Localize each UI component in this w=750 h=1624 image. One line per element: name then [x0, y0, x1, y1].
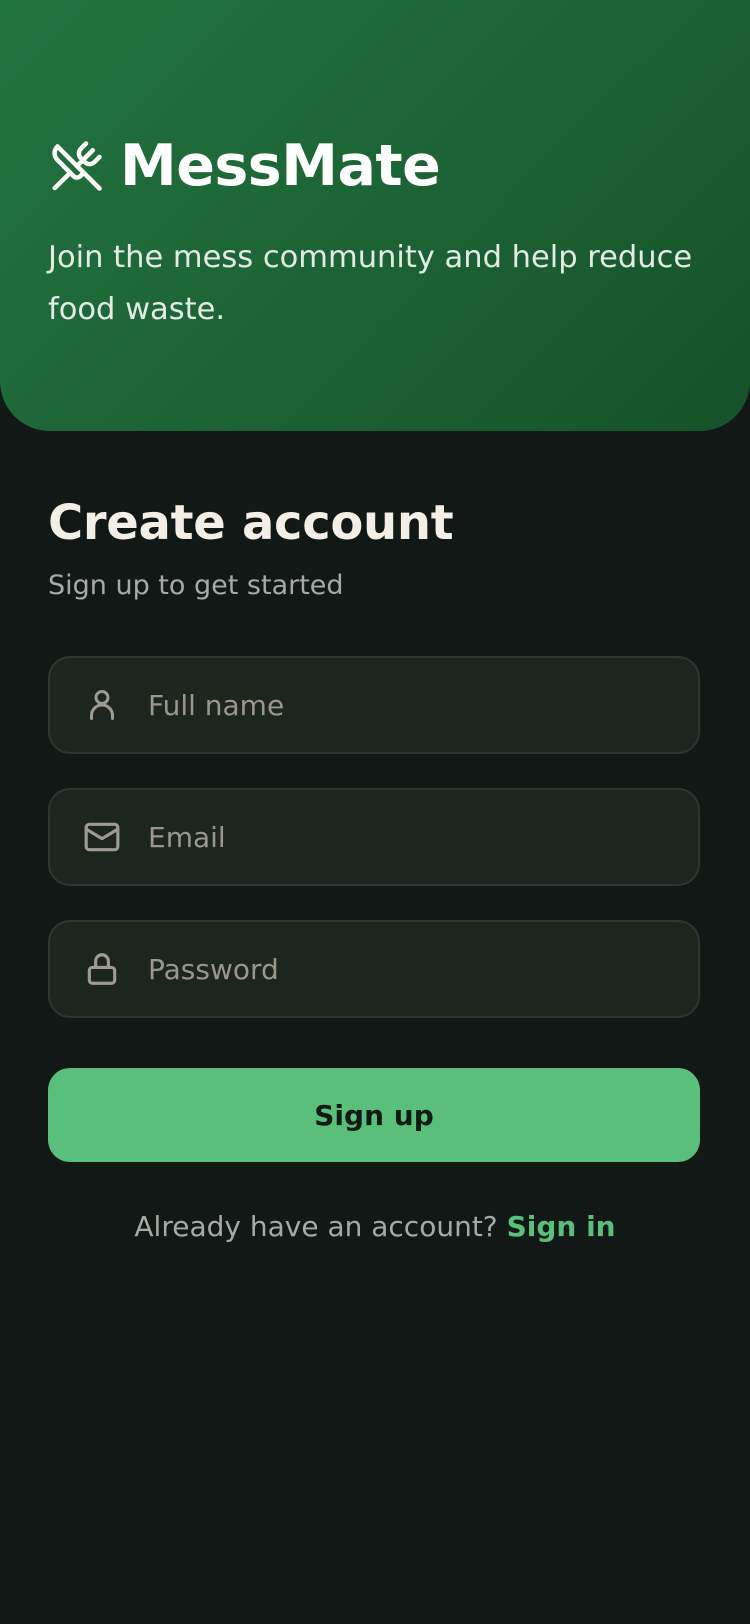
email-field[interactable]: [48, 788, 700, 886]
full-name-field[interactable]: [48, 656, 700, 754]
hero-header: MessMate Join the mess community and hel…: [0, 0, 750, 431]
password-input[interactable]: [148, 939, 698, 999]
user-icon: [82, 685, 122, 725]
sign-in-link[interactable]: Sign in: [507, 1210, 616, 1243]
full-name-input[interactable]: [148, 675, 698, 735]
brand: MessMate: [48, 128, 441, 204]
password-field[interactable]: [48, 920, 700, 1018]
app-name: MessMate: [120, 132, 441, 199]
page-title: Create account: [48, 495, 454, 551]
email-input[interactable]: [148, 807, 698, 867]
sign-up-button[interactable]: Sign up: [48, 1068, 700, 1162]
sign-in-prompt-text: Already have an account?: [134, 1210, 498, 1243]
tagline: Join the mess community and help reduce …: [48, 240, 693, 327]
sign-in-prompt: Already have an account? Sign in: [0, 1209, 750, 1245]
lock-icon: [82, 949, 122, 989]
utensils-crossed-icon: [48, 137, 106, 195]
page-subtitle: Sign up to get started: [48, 570, 344, 601]
mail-icon: [82, 817, 122, 857]
